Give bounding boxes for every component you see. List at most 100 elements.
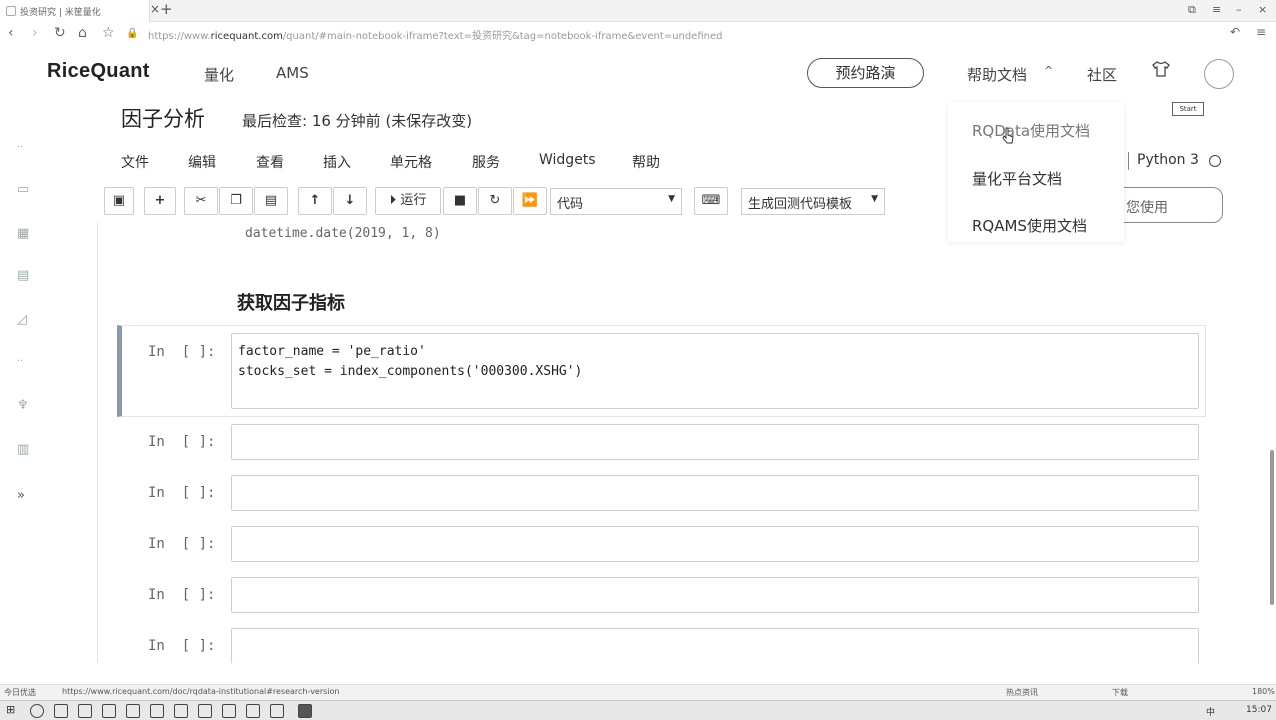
help-dropdown-menu: RQData使用文档 量化平台文档 RQAMS使用文档	[948, 102, 1124, 242]
more-icon[interactable]: ··	[17, 142, 35, 160]
notebook-title[interactable]: 因子分析	[121, 103, 205, 133]
checkpoint-status: 最后检查: 16 分钟前 (未保存改变)	[242, 112, 473, 130]
code-input[interactable]	[231, 424, 1199, 460]
menu-view[interactable]: 查看	[256, 152, 284, 172]
app-icon[interactable]	[198, 704, 212, 718]
menu-icon[interactable]: ≡	[1256, 25, 1266, 39]
kernel-status-icon	[1209, 155, 1221, 167]
shirt-icon[interactable]	[1152, 60, 1170, 78]
app-icon[interactable]	[150, 704, 164, 718]
favorite-star-icon[interactable]: ☆	[102, 25, 115, 41]
minimize-icon[interactable]: –	[1236, 3, 1242, 16]
nav-quant[interactable]: 量化	[204, 64, 234, 85]
restore-icon[interactable]: ⧉	[1188, 3, 1196, 17]
nav-ams[interactable]: AMS	[276, 64, 309, 82]
new-tab-icon[interactable]: +	[160, 0, 173, 18]
app-icon[interactable]	[174, 704, 188, 718]
book-demo-button[interactable]: 预约路演	[807, 58, 924, 88]
community-link[interactable]: 社区	[1087, 64, 1117, 85]
markdown-heading[interactable]: 获取因子指标	[237, 289, 345, 315]
menu-edit[interactable]: 编辑	[188, 152, 216, 172]
run-button[interactable]: ⏵ 运行	[375, 187, 441, 215]
tab-title: 投资研究 | 米筐量化	[20, 8, 101, 18]
use-button[interactable]: 您使用	[1120, 187, 1223, 223]
menu-help[interactable]: 帮助	[632, 152, 660, 172]
avatar[interactable]	[1204, 59, 1234, 89]
forward-icon[interactable]: ›	[32, 25, 38, 41]
clock[interactable]: 15:07	[1246, 705, 1272, 715]
save-button[interactable]: ▣	[104, 187, 134, 215]
menu-widgets[interactable]: Widgets	[539, 152, 596, 168]
close-window-icon[interactable]: ×	[1258, 3, 1267, 16]
buildings-icon[interactable]: ▥	[17, 442, 35, 460]
active-app-icon[interactable]	[298, 704, 312, 718]
status-left-label[interactable]: 今日优选	[4, 687, 36, 698]
chart-icon[interactable]: ◿	[17, 312, 35, 330]
app-icon[interactable]	[270, 704, 284, 718]
restart-button[interactable]: ↻	[478, 187, 512, 215]
back-icon[interactable]: ‹	[8, 25, 14, 41]
browser-tab-bar: 投资研究 | 米筐量化 × + ⧉ ≡ – ×	[0, 0, 1276, 22]
cell-prompt: In [ ]:	[148, 638, 216, 654]
windows-start-icon[interactable]: ⊞	[6, 703, 15, 716]
code-input[interactable]	[231, 526, 1199, 562]
cell-prompt: In [ ]:	[148, 587, 216, 603]
browser-app-icon[interactable]	[78, 704, 92, 718]
pin-icon[interactable]: ≡	[1212, 3, 1221, 16]
status-download[interactable]: 下载	[1112, 687, 1128, 698]
cell-prompt: In [ ]:	[148, 344, 216, 360]
reload-icon[interactable]: ↻	[54, 25, 66, 41]
menu-file[interactable]: 文件	[121, 152, 149, 172]
dropdown-item-quant-platform[interactable]: 量化平台文档	[972, 168, 1062, 189]
expand-icon[interactable]: »	[17, 488, 35, 506]
cut-button[interactable]: ✂	[184, 187, 218, 215]
status-news[interactable]: 热点资讯	[1006, 687, 1038, 698]
scrollbar-thumb[interactable]	[1270, 450, 1274, 605]
home-icon[interactable]: ⌂	[78, 25, 87, 41]
paste-button[interactable]: ▤	[254, 187, 288, 215]
move-down-button[interactable]: ↓	[333, 187, 367, 215]
task-view-icon[interactable]	[54, 704, 68, 718]
kernel-name[interactable]: Python 3	[1137, 152, 1199, 168]
app-icon[interactable]	[222, 704, 236, 718]
calendar-icon[interactable]: ▭	[17, 182, 35, 200]
copy-button[interactable]: ❐	[219, 187, 253, 215]
chevron-up-icon: ^	[1044, 64, 1054, 77]
dropdown-item-rqdata[interactable]: RQData使用文档	[972, 120, 1090, 141]
app-icon[interactable]	[126, 704, 140, 718]
undo-icon[interactable]: ↶	[1230, 25, 1240, 39]
code-line: factor_name = 'pe_ratio'	[238, 344, 426, 359]
browser-tab[interactable]: 投资研究 | 米筐量化	[0, 0, 150, 22]
menu-cell[interactable]: 单元格	[390, 152, 432, 172]
document-icon[interactable]: ▤	[17, 268, 35, 286]
url-field[interactable]: https://www.ricequant.com/quant/#main-no…	[148, 27, 722, 42]
add-cell-button[interactable]: +	[144, 187, 176, 215]
ricequant-logo[interactable]: RiceQuant	[47, 60, 150, 83]
search-icon[interactable]	[30, 704, 44, 718]
cell-type-select[interactable]: 代码 ▼	[550, 188, 682, 215]
folder-app-icon[interactable]	[102, 704, 116, 718]
stop-button[interactable]: ■	[443, 187, 477, 215]
keyboard-button[interactable]: ⌨	[694, 187, 728, 215]
more-icon-2[interactable]: ··	[17, 356, 35, 374]
app-icon[interactable]	[246, 704, 260, 718]
restart-run-all-button[interactable]: ⏩	[513, 187, 547, 215]
trophy-icon[interactable]: ♆	[17, 398, 35, 416]
code-input[interactable]	[231, 628, 1199, 664]
code-line: stocks_set = index_components('000300.XS…	[238, 364, 583, 379]
caret-down-icon: ▼	[668, 194, 675, 204]
status-zoom[interactable]: 180%	[1252, 687, 1275, 696]
cursor-pointer-icon	[1002, 127, 1014, 144]
template-select[interactable]: 生成回测代码模板 ▼	[741, 188, 885, 215]
move-up-button[interactable]: ↑	[298, 187, 332, 215]
menu-insert[interactable]: 插入	[323, 152, 351, 172]
help-docs-link[interactable]: 帮助文档	[967, 64, 1027, 85]
grid-icon[interactable]: ▦	[17, 226, 35, 244]
status-link-url: https://www.ricequant.com/doc/rqdata-ins…	[62, 687, 340, 696]
code-input[interactable]	[231, 475, 1199, 511]
menu-kernel[interactable]: 服务	[472, 152, 500, 172]
close-tab-icon[interactable]: ×	[150, 2, 160, 16]
ime-indicator[interactable]: 中	[1206, 705, 1215, 718]
code-input[interactable]	[231, 577, 1199, 613]
os-taskbar: ⊞ 中 15:07	[0, 700, 1276, 720]
